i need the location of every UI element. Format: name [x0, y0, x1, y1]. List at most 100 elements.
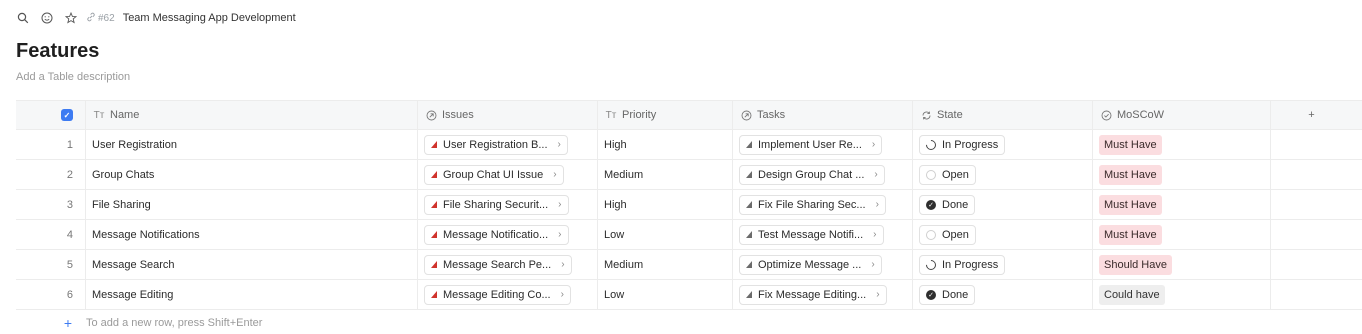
state-cell[interactable]: In Progress	[913, 250, 1093, 279]
row-number: 3	[66, 198, 73, 211]
issues-cell[interactable]: Message Editing Co... ›	[418, 280, 598, 309]
priority-cell[interactable]: High	[598, 130, 733, 159]
tasks-cell[interactable]: Fix Message Editing... ›	[733, 280, 913, 309]
tasks-cell[interactable]: Optimize Message ... ›	[733, 250, 913, 279]
moscow-cell[interactable]: Could have	[1093, 280, 1271, 309]
moscow-tag[interactable]: Must Have	[1099, 194, 1162, 215]
tasks-cell[interactable]: Design Group Chat ... ›	[733, 160, 913, 189]
task-link-pill[interactable]: Design Group Chat ... ›	[739, 164, 885, 185]
state-label: Open	[942, 228, 969, 241]
state-label: In Progress	[942, 138, 999, 151]
issue-title: User Registration B...	[443, 138, 548, 151]
table-row[interactable]: 6 Message Editing Message Editing Co... …	[16, 280, 1362, 310]
name-cell[interactable]: Message Notifications	[86, 220, 418, 249]
tasks-cell[interactable]: Fix File Sharing Sec... ›	[733, 190, 913, 219]
priority-cell[interactable]: Medium	[598, 160, 733, 189]
priority-cell[interactable]: High	[598, 190, 733, 219]
task-link-pill[interactable]: Test Message Notifi... ›	[739, 224, 884, 245]
state-badge[interactable]: ✓ Done	[919, 284, 976, 305]
task-title: Design Group Chat ...	[758, 168, 865, 181]
state-label: Done	[942, 198, 969, 211]
chevron-right-icon: ›	[558, 199, 562, 210]
state-badge[interactable]: In Progress	[919, 134, 1006, 155]
state-badge[interactable]: ✓ Done	[919, 194, 976, 215]
issue-icon	[431, 261, 437, 268]
chevron-right-icon: ›	[561, 259, 565, 270]
column-header-name[interactable]: Tт Name	[86, 101, 418, 129]
issues-cell[interactable]: Group Chat UI Issue ›	[418, 160, 598, 189]
star-icon[interactable]	[64, 11, 78, 25]
state-cell[interactable]: ✓ Done	[913, 280, 1093, 309]
issues-cell[interactable]: User Registration B... ›	[418, 130, 598, 159]
issue-link-pill[interactable]: Message Notificatio... ›	[424, 224, 569, 245]
task-link-pill[interactable]: Fix Message Editing... ›	[739, 284, 887, 305]
moscow-cell[interactable]: Must Have	[1093, 220, 1271, 249]
issues-cell[interactable]: Message Search Pe... ›	[418, 250, 598, 279]
column-header-state[interactable]: State	[913, 101, 1093, 129]
page-title[interactable]: Features	[16, 40, 99, 63]
select-all-checkbox[interactable]: ✓	[61, 109, 73, 121]
table-row[interactable]: 1 User Registration User Registration B.…	[16, 130, 1362, 160]
name-cell[interactable]: Group Chats	[86, 160, 418, 189]
moscow-cell[interactable]: Must Have	[1093, 160, 1271, 189]
moscow-tag[interactable]: Could have	[1099, 284, 1165, 305]
add-row-icon[interactable]: +	[16, 315, 86, 331]
moscow-cell[interactable]: Must Have	[1093, 190, 1271, 219]
add-row-footer[interactable]: + To add a new row, press Shift+Enter	[16, 310, 1362, 334]
table-description-input[interactable]: Add a Table description	[16, 71, 130, 83]
chevron-right-icon: ›	[871, 259, 875, 270]
issue-link-pill[interactable]: Group Chat UI Issue ›	[424, 164, 564, 185]
state-cell[interactable]: Open	[913, 160, 1093, 189]
smiley-icon[interactable]	[40, 11, 54, 25]
state-badge[interactable]: In Progress	[919, 254, 1006, 275]
issue-link-pill[interactable]: Message Editing Co... ›	[424, 284, 571, 305]
priority-cell[interactable]: Low	[598, 280, 733, 309]
feature-name: User Registration	[92, 138, 177, 151]
moscow-cell[interactable]: Should Have	[1093, 250, 1271, 279]
task-link-pill[interactable]: Optimize Message ... ›	[739, 254, 882, 275]
tasks-cell[interactable]: Test Message Notifi... ›	[733, 220, 913, 249]
empty-cell	[1271, 250, 1352, 279]
issue-link-pill[interactable]: File Sharing Securit... ›	[424, 194, 569, 215]
state-cell[interactable]: Open	[913, 220, 1093, 249]
table-row[interactable]: 5 Message Search Message Search Pe... › …	[16, 250, 1362, 280]
state-badge[interactable]: Open	[919, 164, 976, 185]
priority-cell[interactable]: Low	[598, 220, 733, 249]
task-link-pill[interactable]: Fix File Sharing Sec... ›	[739, 194, 886, 215]
moscow-cell[interactable]: Must Have	[1093, 130, 1271, 159]
column-header-issues[interactable]: Issues	[418, 101, 598, 129]
column-header-tasks[interactable]: Tasks	[733, 101, 913, 129]
row-number: 1	[66, 138, 73, 151]
issues-cell[interactable]: Message Notificatio... ›	[418, 220, 598, 249]
search-icon[interactable]	[16, 11, 30, 25]
page-reference[interactable]: #62	[86, 12, 115, 25]
name-cell[interactable]: User Registration	[86, 130, 418, 159]
moscow-tag[interactable]: Must Have	[1099, 134, 1162, 155]
issues-cell[interactable]: File Sharing Securit... ›	[418, 190, 598, 219]
task-link-pill[interactable]: Implement User Re... ›	[739, 134, 883, 155]
chevron-right-icon: ›	[873, 229, 877, 240]
tasks-cell[interactable]: Implement User Re... ›	[733, 130, 913, 159]
state-badge[interactable]: Open	[919, 224, 976, 245]
name-cell[interactable]: Message Search	[86, 250, 418, 279]
empty-cell	[1271, 220, 1352, 249]
select-all-cell[interactable]: ✓	[16, 101, 86, 129]
moscow-tag[interactable]: Must Have	[1099, 164, 1162, 185]
table-row[interactable]: 4 Message Notifications Message Notifica…	[16, 220, 1362, 250]
state-cell[interactable]: In Progress	[913, 130, 1093, 159]
moscow-tag[interactable]: Should Have	[1099, 254, 1172, 275]
table-row[interactable]: 3 File Sharing File Sharing Securit... ›…	[16, 190, 1362, 220]
issue-link-pill[interactable]: Message Search Pe... ›	[424, 254, 572, 275]
name-cell[interactable]: File Sharing	[86, 190, 418, 219]
table-row[interactable]: 2 Group Chats Group Chat UI Issue › Medi…	[16, 160, 1362, 190]
issue-link-pill[interactable]: User Registration B... ›	[424, 134, 568, 155]
column-header-moscow[interactable]: MoSCoW	[1093, 101, 1271, 129]
add-column-button[interactable]: +	[1271, 101, 1352, 129]
state-cell[interactable]: ✓ Done	[913, 190, 1093, 219]
column-header-priority[interactable]: Tт Priority	[598, 101, 733, 129]
name-cell[interactable]: Message Editing	[86, 280, 418, 309]
breadcrumb[interactable]: Team Messaging App Development	[123, 12, 296, 24]
moscow-tag[interactable]: Must Have	[1099, 224, 1162, 245]
chevron-right-icon: ›	[874, 169, 878, 180]
priority-cell[interactable]: Medium	[598, 250, 733, 279]
